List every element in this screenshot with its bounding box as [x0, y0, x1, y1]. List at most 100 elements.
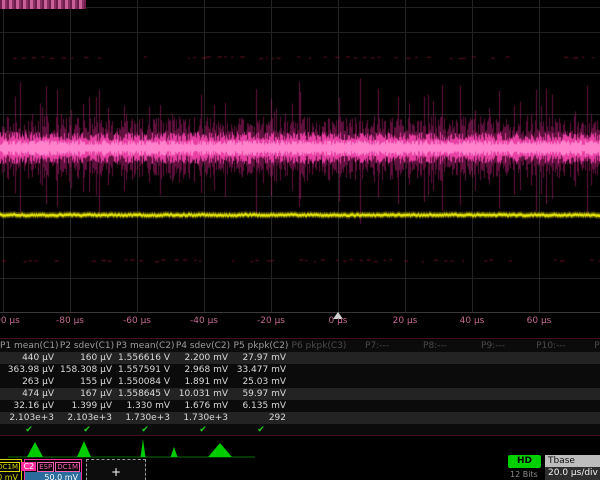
time-tick-label: -40 µs [190, 316, 218, 326]
measure-cell-P5-mean: 33.477 mV [232, 364, 290, 376]
measure-cell-P8-sdev [406, 400, 464, 412]
measure-cell-P4-value: 2.200 mV [174, 352, 232, 364]
measure-cell-P3-value: 1.556616 V [116, 352, 174, 364]
time-tick-label: 60 µs [527, 316, 552, 326]
oscilloscope-screen: -100 µs-80 µs-60 µs-40 µs-20 µs0 µs20 µs… [0, 0, 600, 480]
measure-cell-P8-value [406, 352, 464, 364]
measure-cell-P11-min [580, 376, 600, 388]
measure-cell-P6-sdev [290, 400, 348, 412]
measure-header-P4[interactable]: P4 sdev(C2) [174, 340, 232, 352]
table-bottom-separator [0, 435, 600, 436]
measure-cell-P1-min: 263 µV [0, 376, 58, 388]
measure-row-max: 474 µV167 µV1.558645 V10.031 mV59.97 mV [0, 388, 600, 400]
measure-row-min: 263 µV155 µV1.550084 V1.891 mV25.03 mV [0, 376, 600, 388]
measure-cell-P1-num: 2.103e+3 [0, 412, 58, 424]
measure-cell-P3-min: 1.550084 V [116, 376, 174, 388]
measure-cell-P4-sdev: 1.676 mV [174, 400, 232, 412]
measure-cell-P7-mean [348, 364, 406, 376]
measure-cell-P10-num [522, 412, 580, 424]
measure-header-P11---[interactable]: P11:--- [580, 340, 600, 352]
measure-cell-P2-max: 167 µV [58, 388, 116, 400]
timebase-descriptor[interactable]: Tbase 20.0 µs/div [545, 455, 600, 480]
measure-header-P3[interactable]: P3 mean(C2) [116, 340, 174, 352]
measure-cell-P5-value: 27.97 mV [232, 352, 290, 364]
measure-row-num: 2.103e+32.103e+31.730e+31.730e+3292 [0, 412, 600, 424]
measure-row-sdev: 32.16 µV1.399 µV1.330 mV1.676 mV6.135 mV [0, 400, 600, 412]
c2-scale-value: 50.0 mV [25, 472, 81, 480]
measure-cell-P11-max [580, 388, 600, 400]
c2-esp-badge: ESP [37, 462, 54, 472]
measure-cell-P4-mean: 2.968 mV [174, 364, 232, 376]
c2-label: C2 [21, 462, 36, 471]
measure-cell-P11-num [580, 412, 600, 424]
graticule[interactable] [0, 0, 600, 313]
time-tick-label: -100 µs [0, 316, 20, 326]
measure-cell-P5-max: 59.97 mV [232, 388, 290, 400]
measure-cell-P7-min [348, 376, 406, 388]
measure-cell-P6-min [290, 376, 348, 388]
measure-header-P8---[interactable]: P8:--- [406, 340, 464, 352]
measure-cell-P2-sdev: 1.399 µV [58, 400, 116, 412]
measure-cell-P9-max [464, 388, 522, 400]
timebase-value: 20.0 µs/div [545, 467, 600, 480]
menu-bar-fragment[interactable] [0, 0, 86, 9]
measure-cell-P8-num [406, 412, 464, 424]
measure-header-P5[interactable]: P5 pkpk(C2) [232, 340, 290, 352]
c2-coupling-badge: DC1M [55, 462, 80, 472]
measure-cell-P7-max [348, 388, 406, 400]
measure-cell-P7-value [348, 352, 406, 364]
measure-cell-P6-max [290, 388, 348, 400]
measure-cell-P3-max: 1.558645 V [116, 388, 174, 400]
channel-c1-descriptor[interactable]: DC1M 10.0 mV [0, 459, 22, 480]
measure-row-value: 440 µV160 µV1.556616 V2.200 mV27.97 mV [0, 352, 600, 364]
measure-header-P9---[interactable]: P9:--- [464, 340, 522, 352]
measure-cell-P3-num: 1.730e+3 [116, 412, 174, 424]
measure-header-P10---[interactable]: P10:--- [522, 340, 580, 352]
measure-cell-P2-min: 155 µV [58, 376, 116, 388]
time-tick-label: -60 µs [123, 316, 151, 326]
measure-cell-P1-max: 474 µV [0, 388, 58, 400]
measure-cell-P8-mean [406, 364, 464, 376]
measure-cell-P3-mean: 1.557591 V [116, 364, 174, 376]
adc-bits-label: 12 Bits [510, 470, 538, 479]
measure-cell-P4-num: 1.730e+3 [174, 412, 232, 424]
measure-cell-P7-sdev [348, 400, 406, 412]
measure-cell-P9-mean [464, 364, 522, 376]
measure-cell-P1-value: 440 µV [0, 352, 58, 364]
measure-cell-P9-min [464, 376, 522, 388]
measure-cell-P10-min [522, 376, 580, 388]
hd-mode-badge[interactable]: HD [508, 455, 541, 468]
measure-header-P2[interactable]: P2 sdev(C1) [58, 340, 116, 352]
measure-cell-P1-sdev: 32.16 µV [0, 400, 58, 412]
measure-cell-P4-min: 1.891 mV [174, 376, 232, 388]
time-tick-label: 20 µs [393, 316, 418, 326]
measure-cell-P5-num: 292 [232, 412, 290, 424]
channel-c2-descriptor[interactable]: C2 ESP DC1M 50.0 mV [24, 459, 82, 480]
measure-header-P6[interactable]: P6 pkpk(C3) [290, 340, 348, 352]
measure-cell-P2-value: 160 µV [58, 352, 116, 364]
measure-cell-P5-sdev: 6.135 mV [232, 400, 290, 412]
measure-header-row: P1 mean(C1)P2 sdev(C1)P3 mean(C2)P4 sdev… [0, 340, 600, 352]
measure-cell-P10-value [522, 352, 580, 364]
measure-cell-P10-mean [522, 364, 580, 376]
measure-cell-P8-min [406, 376, 464, 388]
table-top-separator [0, 338, 600, 339]
measure-cell-P8-max [406, 388, 464, 400]
measure-cell-P11-mean [580, 364, 600, 376]
measure-cell-P9-num [464, 412, 522, 424]
time-tick-label: -80 µs [56, 316, 84, 326]
measure-cell-P2-mean: 158.308 µV [58, 364, 116, 376]
measure-cell-P11-sdev [580, 400, 600, 412]
c1-scale-value: 10.0 mV [0, 472, 21, 480]
waveform-display[interactable] [0, 0, 600, 312]
measure-header-P1[interactable]: P1 mean(C1) [0, 340, 58, 352]
measurement-table: P1 mean(C1)P2 sdev(C1)P3 mean(C2)P4 sdev… [0, 340, 600, 436]
timebase-label: Tbase [545, 455, 600, 467]
measure-cell-P6-value [290, 352, 348, 364]
measure-cell-P1-mean: 363.98 µV [0, 364, 58, 376]
measure-cell-P3-sdev: 1.330 mV [116, 400, 174, 412]
add-trace-button[interactable]: + [86, 459, 146, 480]
measure-cell-P2-num: 2.103e+3 [58, 412, 116, 424]
time-tick-label: 0 µs [328, 316, 347, 326]
measure-header-P7---[interactable]: P7:--- [348, 340, 406, 352]
